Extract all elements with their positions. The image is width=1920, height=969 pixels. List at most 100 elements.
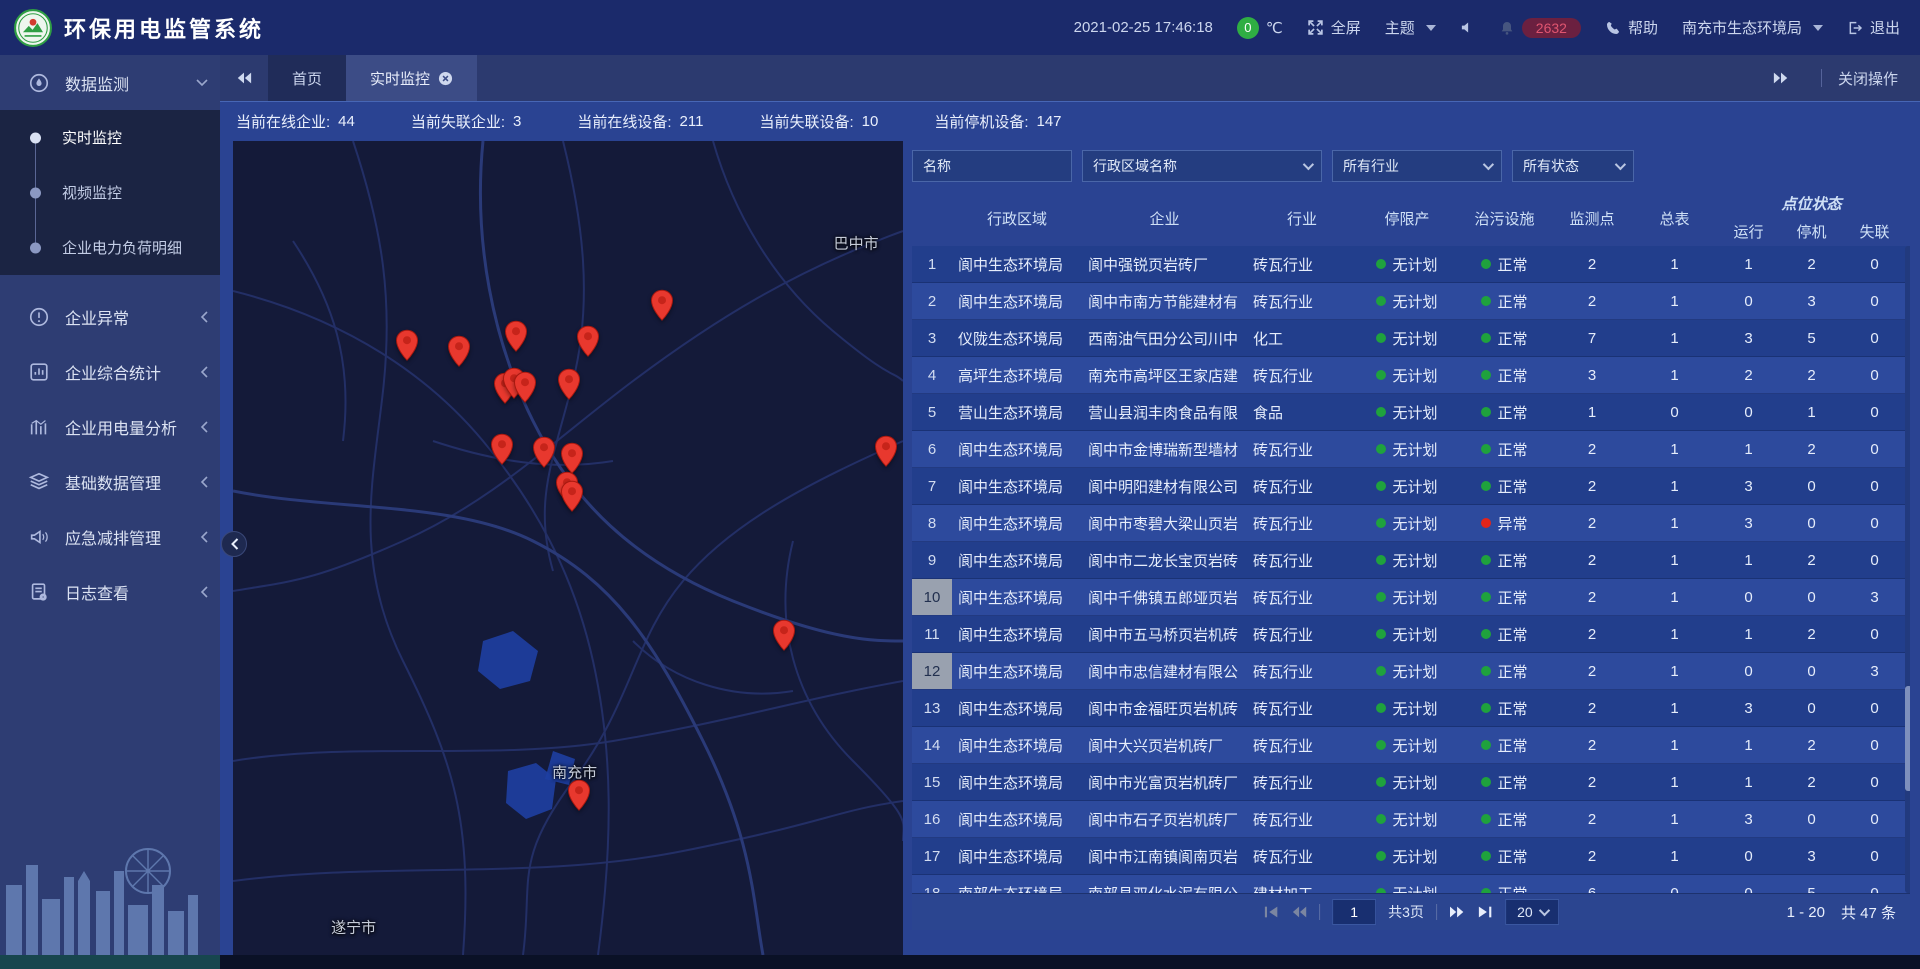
map-pin[interactable]: [560, 443, 584, 475]
table-row[interactable]: 13 阆中生态环境局 阆中市金福旺页岩机砖 砖瓦行业 无计划 正常 2 1 3 …: [912, 690, 1910, 727]
stat-value: 3: [513, 113, 521, 130]
name-filter-input[interactable]: [923, 158, 1061, 174]
row-facility-text: 正常: [1497, 698, 1527, 719]
map-pin[interactable]: [772, 619, 796, 651]
map-collapse-handle[interactable]: [221, 531, 247, 557]
map-pin[interactable]: [650, 289, 674, 321]
row-company: 阆中市石子页岩机砖厂: [1082, 809, 1247, 830]
sidebar-group-base-data[interactable]: 基础数据管理: [0, 454, 220, 509]
fullscreen-button[interactable]: 全屏: [1307, 17, 1361, 38]
close-operations-button[interactable]: 关闭操作: [1838, 68, 1898, 89]
row-disconnected-count: 3: [1843, 589, 1906, 606]
row-index: 10: [912, 579, 952, 615]
row-stopped-count: 2: [1780, 626, 1843, 643]
table-row[interactable]: 2 阆中生态环境局 阆中市南方节能建材有 砖瓦行业 无计划 正常 2 1 0 3…: [912, 283, 1910, 320]
map[interactable]: 巴中市 南充市 遂宁市: [233, 141, 903, 955]
row-company: 阆中市五马桥页岩机砖: [1082, 624, 1247, 645]
table-row[interactable]: 18 南部生态环境局 南部县双化水泥有限公 建材加工 无计划 正常 6 0 0 …: [912, 875, 1910, 893]
sidebar-group-data-monitor[interactable]: 数据监测: [0, 55, 220, 110]
table-row[interactable]: 11 阆中生态环境局 阆中市五马桥页岩机砖 砖瓦行业 无计划 正常 2 1 1 …: [912, 616, 1910, 653]
status-dot: [1481, 481, 1491, 491]
table-row[interactable]: 7 阆中生态环境局 阆中明阳建材有限公司 砖瓦行业 无计划 正常 2 1 3 0…: [912, 468, 1910, 505]
sidebar-group-enterprise-anomaly[interactable]: 企业异常: [0, 289, 220, 344]
sidebar-group-emergency[interactable]: 应急减排管理: [0, 509, 220, 564]
status-dot: [1376, 555, 1386, 565]
table-row[interactable]: 15 阆中生态环境局 阆中市光富页岩机砖厂 砖瓦行业 无计划 正常 2 1 1 …: [912, 764, 1910, 801]
row-stopped-count: 0: [1780, 478, 1843, 495]
row-index: 12: [912, 653, 952, 689]
scrollbar-thumb[interactable]: [1905, 686, 1910, 791]
map-pin[interactable]: [513, 371, 537, 403]
map-pin[interactable]: [395, 329, 419, 361]
table-row[interactable]: 9 阆中生态环境局 阆中市二龙长宝页岩砖 砖瓦行业 无计划 正常 2 1 1 2…: [912, 542, 1910, 579]
status-dot: [1376, 666, 1386, 676]
table-row[interactable]: 5 营山生态环境局 营山县润丰肉食品有限 食品 无计划 正常 1 0 0 1 0: [912, 394, 1910, 431]
row-industry: 砖瓦行业: [1247, 439, 1357, 460]
table-row[interactable]: 10 阆中生态环境局 阆中千佛镇五郎垭页岩 砖瓦行业 无计划 正常 2 1 0 …: [912, 579, 1910, 616]
map-pin[interactable]: [576, 325, 600, 357]
table-row[interactable]: 4 高坪生态环境局 南充市高坪区王家店建 砖瓦行业 无计划 正常 3 1 2 2…: [912, 357, 1910, 394]
map-pin[interactable]: [490, 433, 514, 465]
status-filter-select[interactable]: 所有状态: [1512, 150, 1634, 182]
sidebar-item-power-load-detail[interactable]: 企业电力负荷明细: [0, 220, 220, 275]
row-total-meters: 1: [1632, 256, 1717, 273]
table-row[interactable]: 16 阆中生态环境局 阆中市石子页岩机砖厂 砖瓦行业 无计划 正常 2 1 3 …: [912, 801, 1910, 838]
table-row[interactable]: 17 阆中生态环境局 阆中市江南镇阆南页岩 砖瓦行业 无计划 正常 2 1 0 …: [912, 838, 1910, 875]
table-row[interactable]: 1 阆中生态环境局 阆中强锐页岩砖厂 砖瓦行业 无计划 正常 2 1 1 2 0: [912, 246, 1910, 283]
sidebar-group-power-analysis[interactable]: 企业用电量分析: [0, 399, 220, 454]
tabs-scroll-right-button[interactable]: [1757, 71, 1805, 85]
row-disconnected-count: 0: [1843, 404, 1906, 421]
prev-page-button[interactable]: [1291, 905, 1307, 919]
region-filter-select[interactable]: 行政区域名称: [1082, 150, 1322, 182]
row-limit-status: 无计划: [1357, 439, 1457, 460]
page-size-select[interactable]: 20: [1505, 899, 1559, 925]
map-pin[interactable]: [567, 780, 591, 812]
row-limit-status: 无计划: [1357, 254, 1457, 275]
theme-dropdown[interactable]: 主题: [1385, 17, 1436, 38]
mute-button[interactable]: [1460, 20, 1475, 35]
tab-home[interactable]: 首页: [268, 55, 346, 101]
table-scrollbar[interactable]: [1905, 246, 1910, 893]
map-pin[interactable]: [504, 321, 528, 353]
notifications[interactable]: 2632: [1499, 18, 1581, 38]
sidebar-item-video-monitor[interactable]: 视频监控: [0, 165, 220, 220]
sidebar-group-enterprise-stats[interactable]: 企业综合统计: [0, 344, 220, 399]
table-row[interactable]: 6 阆中生态环境局 阆中市金博瑞新型墙材 砖瓦行业 无计划 正常 2 1 1 2…: [912, 431, 1910, 468]
sidebar-group-logs[interactable]: 日志查看: [0, 564, 220, 619]
row-company: 阆中千佛镇五郎垭页岩: [1082, 587, 1247, 608]
table-row[interactable]: 12 阆中生态环境局 阆中市忠信建材有限公 砖瓦行业 无计划 正常 2 1 0 …: [912, 653, 1910, 690]
map-pin[interactable]: [560, 480, 584, 512]
name-filter[interactable]: [912, 150, 1072, 182]
org-dropdown[interactable]: 南充市生态环境局: [1682, 17, 1823, 38]
map-pin[interactable]: [557, 368, 581, 400]
tabs-scroll-left-button[interactable]: [220, 55, 268, 101]
row-company: 营山县润丰肉食品有限: [1082, 402, 1247, 423]
status-dot: [1376, 740, 1386, 750]
column-group-point-status: 点位状态 运行 停机 失联: [1717, 190, 1906, 246]
table-row[interactable]: 8 阆中生态环境局 阆中市枣碧大梁山页岩 砖瓦行业 无计划 异常 2 1 3 0…: [912, 505, 1910, 542]
chevron-down-icon: [196, 79, 208, 87]
next-page-button[interactable]: [1449, 905, 1465, 919]
fullscreen-label: 全屏: [1331, 17, 1361, 38]
sidebar-item-realtime-monitor[interactable]: 实时监控: [0, 110, 220, 165]
tab-realtime-monitor[interactable]: 实时监控: [346, 55, 477, 101]
row-company: 阆中明阳建材有限公司: [1082, 476, 1247, 497]
exit-button[interactable]: 退出: [1847, 17, 1900, 38]
row-company: 阆中市金福旺页岩机砖: [1082, 698, 1247, 719]
row-facility-status: 正常: [1457, 587, 1552, 608]
map-pin[interactable]: [532, 436, 556, 468]
industry-filter-select[interactable]: 所有行业: [1332, 150, 1502, 182]
map-pin[interactable]: [874, 435, 898, 467]
page-number-input[interactable]: [1332, 899, 1376, 925]
pagination-summary: 1 - 20 共 47 条: [1787, 894, 1896, 930]
help-button[interactable]: 帮助: [1605, 17, 1658, 38]
map-pin[interactable]: [447, 335, 471, 367]
row-index: 18: [912, 875, 952, 893]
tab-close-icon[interactable]: [438, 71, 453, 86]
row-company: 西南油气田分公司川中: [1082, 328, 1247, 349]
last-page-button[interactable]: [1477, 905, 1493, 919]
table-row[interactable]: 3 仪陇生态环境局 西南油气田分公司川中 化工 无计划 正常 7 1 3 5 0: [912, 320, 1910, 357]
row-facility-text: 正常: [1497, 439, 1527, 460]
first-page-button[interactable]: [1263, 905, 1279, 919]
table-row[interactable]: 14 阆中生态环境局 阆中大兴页岩机砖厂 砖瓦行业 无计划 正常 2 1 1 2…: [912, 727, 1910, 764]
